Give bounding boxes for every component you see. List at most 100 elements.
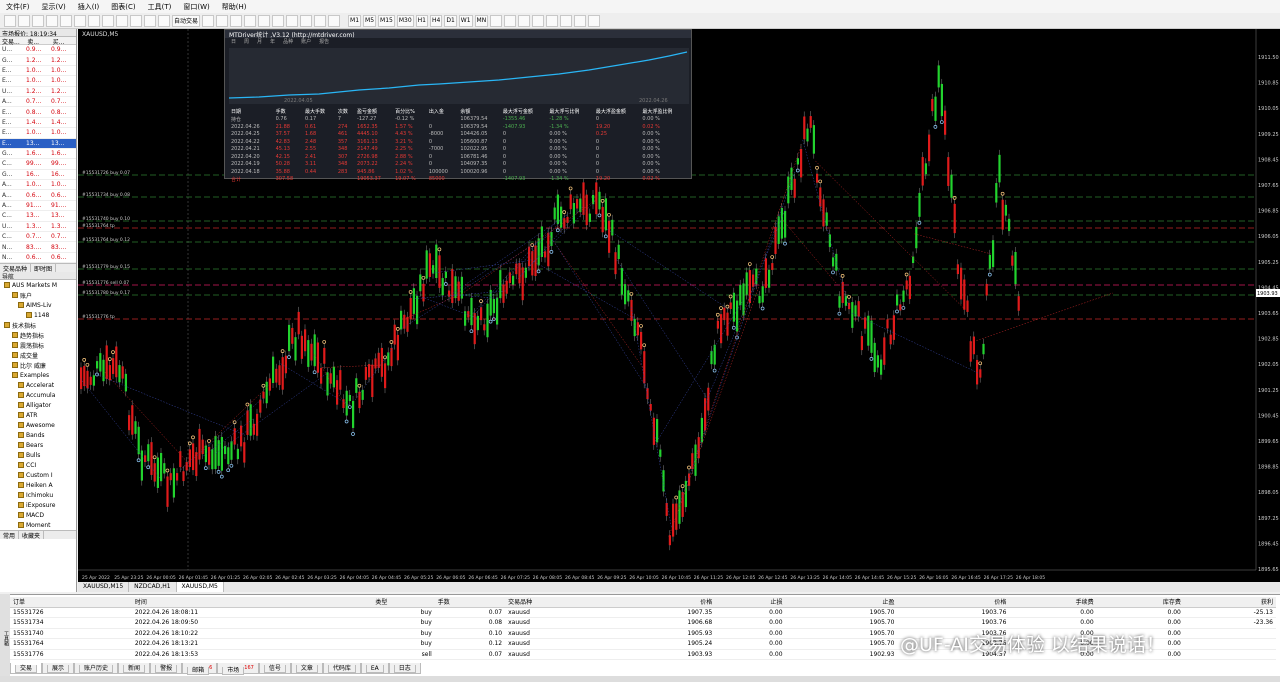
- terminal-tab[interactable]: 市场 167: [217, 663, 259, 675]
- navigator-item[interactable]: Accelerat: [0, 380, 76, 390]
- toolbar-button-icon[interactable]: [74, 14, 86, 27]
- chart-tool-icon[interactable]: [272, 14, 285, 27]
- menu-item-2[interactable]: 插入(I): [72, 2, 106, 12]
- navigator-item[interactable]: Bears: [0, 440, 76, 450]
- market-watch-row[interactable]: G... 1.2... 1.2...: [0, 55, 76, 66]
- terminal-tab[interactable]: 信号: [258, 663, 291, 674]
- market-watch-row[interactable]: C... 99.... 99....: [0, 159, 76, 170]
- market-watch-row[interactable]: A... 0.6... 0.6...: [0, 190, 76, 201]
- stats-tab[interactable]: 报告: [319, 38, 329, 46]
- navigator-item[interactable]: Bulls: [0, 450, 76, 460]
- orders-column-header[interactable]: 价格: [603, 597, 716, 608]
- orders-column-header[interactable]: 手续费: [1009, 597, 1097, 608]
- navigator-item[interactable]: CCI: [0, 460, 76, 470]
- orders-column-header[interactable]: 订单: [10, 597, 132, 608]
- chart-tool-icon[interactable]: [244, 14, 257, 27]
- chart-tool-icon[interactable]: [314, 14, 327, 27]
- timeframe-button-w1[interactable]: W1: [458, 14, 473, 27]
- terminal-tab[interactable]: 展示: [42, 663, 75, 674]
- timeframe-button-h4[interactable]: H4: [429, 14, 443, 27]
- orders-column-header[interactable]: 类型: [372, 597, 435, 608]
- toolbox-side-tab[interactable]: 工具箱: [0, 594, 10, 682]
- market-watch-row[interactable]: N... 0.6... 0.6...: [0, 253, 76, 264]
- toolbar-button-icon[interactable]: [130, 14, 142, 27]
- timeframe-button-m30[interactable]: M30: [396, 14, 414, 27]
- navigator-item[interactable]: Ichimoku: [0, 490, 76, 500]
- navigator-item[interactable]: 趋势指标: [0, 330, 76, 340]
- navigator-item[interactable]: Examples: [0, 370, 76, 380]
- menu-item-6[interactable]: 帮助(H): [216, 2, 253, 12]
- timeframe-button-d1[interactable]: D1: [444, 14, 457, 27]
- menu-item-5[interactable]: 窗口(W): [177, 2, 215, 12]
- stats-tab[interactable]: 品种: [283, 38, 293, 46]
- market-watch-row[interactable]: U... 1.3... 1.3...: [0, 222, 76, 233]
- navigator-item[interactable]: 比尔 威廉: [0, 360, 76, 370]
- navigator-item[interactable]: Custom I: [0, 470, 76, 480]
- market-watch-row[interactable]: G... 16... 16...: [0, 170, 76, 181]
- drawing-tool-icon[interactable]: [490, 14, 503, 27]
- navigator-item[interactable]: Heiken A: [0, 480, 76, 490]
- market-watch-row[interactable]: E... 1.0... 1.0...: [0, 66, 76, 77]
- navigator-item[interactable]: MACD: [0, 510, 76, 520]
- orders-column-header[interactable]: 止损: [715, 597, 786, 608]
- tab-symbols[interactable]: 交易品种: [0, 264, 32, 273]
- navigator-item[interactable]: AUS Markets M: [0, 280, 76, 290]
- toolbar-button-icon[interactable]: [60, 14, 72, 27]
- stats-tab[interactable]: 月: [257, 38, 262, 46]
- market-watch-row[interactable]: E... 1.0... 1.0...: [0, 76, 76, 87]
- market-watch-row[interactable]: E... 1.4... 1.4...: [0, 118, 76, 129]
- navigator-item[interactable]: Bands: [0, 430, 76, 440]
- menu-item-3[interactable]: 图表(C): [105, 2, 141, 12]
- orders-column-header[interactable]: 库存费: [1096, 597, 1184, 608]
- timeframe-button-m1[interactable]: M1: [348, 14, 362, 27]
- terminal-tab[interactable]: 警报: [150, 663, 183, 674]
- orders-column-header[interactable]: 价格: [897, 597, 1010, 608]
- market-watch-row[interactable]: E... 0.8... 0.8...: [0, 107, 76, 118]
- order-row[interactable]: 15531726 2022.04.26 18:08:11 buy 0.07 xauusd…: [10, 607, 1276, 618]
- chart-window[interactable]: XAUUSD,M5 1911.50 1910.85 1910.05 1909.25 190…: [78, 29, 1280, 582]
- navigator-item[interactable]: 震荡指标: [0, 340, 76, 350]
- navigator-item[interactable]: 成交量: [0, 350, 76, 360]
- terminal-tab[interactable]: 新闻: [118, 663, 151, 674]
- orders-column-header[interactable]: 交易品种: [505, 597, 604, 608]
- navigator-item[interactable]: Alligator: [0, 400, 76, 410]
- toolbar-button-icon[interactable]: [116, 14, 128, 27]
- market-watch-row[interactable]: U... 0.9... 0.9...: [0, 45, 76, 56]
- orders-column-header[interactable]: 手数: [434, 597, 506, 608]
- drawing-tool-icon[interactable]: [574, 14, 587, 27]
- market-watch-row[interactable]: N... 83.... 83....: [0, 242, 76, 253]
- timeframe-button-mn[interactable]: MN: [474, 14, 489, 27]
- market-watch-row[interactable]: G... 1.6... 1.6...: [0, 149, 76, 160]
- chart-tab-xauusd-m15[interactable]: XAUUSD,M15: [78, 582, 130, 592]
- drawing-tool-icon[interactable]: [588, 14, 601, 27]
- timeframe-button-m5[interactable]: M5: [363, 14, 377, 27]
- chart-tool-icon[interactable]: [202, 14, 215, 27]
- auto-trading-button[interactable]: 自动交易: [172, 14, 201, 27]
- orders-column-header[interactable]: 时间: [131, 597, 373, 608]
- toolbar-button-icon[interactable]: [144, 14, 156, 27]
- stats-tab[interactable]: 日: [231, 38, 236, 46]
- toolbar-button-icon[interactable]: [88, 14, 100, 27]
- order-row[interactable]: 15531734 2022.04.26 18:09:50 buy 0.08 xauusd…: [10, 617, 1276, 629]
- navigator-item[interactable]: 1148: [0, 310, 76, 320]
- navigator-item[interactable]: 技术指标: [0, 320, 76, 330]
- drawing-tool-icon[interactable]: [532, 14, 545, 27]
- navigator-item[interactable]: Awesome: [0, 420, 76, 430]
- navigator-item[interactable]: Accumula: [0, 390, 76, 400]
- navigator-item[interactable]: AIMS-Liv: [0, 300, 76, 310]
- terminal-tab[interactable]: 代码库: [322, 663, 361, 674]
- tab-favorites[interactable]: 收藏夹: [19, 531, 45, 540]
- toolbar-button-icon[interactable]: [158, 14, 170, 27]
- chart-tab-xauusd-m5[interactable]: XAUUSD,M5: [176, 582, 224, 592]
- market-watch-row[interactable]: C... 13... 13...: [0, 211, 76, 222]
- tab-tick-chart[interactable]: 即时图: [31, 264, 57, 273]
- stats-tab[interactable]: 年: [270, 38, 275, 46]
- timeframe-button-m15[interactable]: M15: [378, 14, 395, 27]
- toolbar-button-icon[interactable]: [102, 14, 114, 27]
- market-watch-row[interactable]: C... 0.7... 0.7...: [0, 232, 76, 243]
- chart-tool-icon[interactable]: [230, 14, 243, 27]
- menu-item-0[interactable]: 文件(F): [0, 2, 36, 12]
- terminal-tab[interactable]: 邮箱 6: [182, 663, 218, 675]
- navigator-item[interactable]: Moment: [0, 520, 76, 530]
- drawing-tool-icon[interactable]: [546, 14, 559, 27]
